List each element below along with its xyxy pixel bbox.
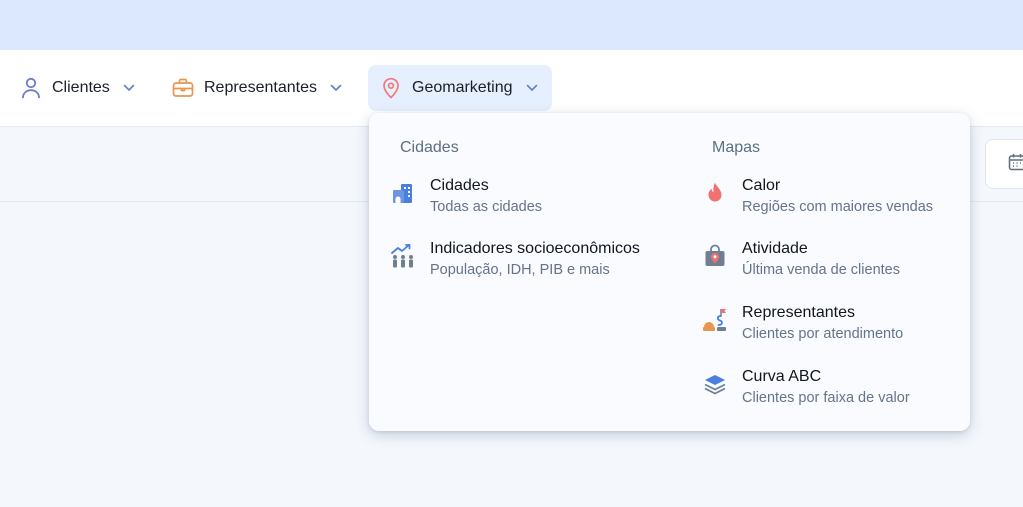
menu-item-title: Atividade xyxy=(742,240,808,257)
calendar-icon xyxy=(1008,153,1023,176)
menu-item-title: Calor xyxy=(742,177,781,194)
chevron-down-icon xyxy=(329,81,343,95)
menu-item-title: Indicadores socioeconômicos xyxy=(430,240,640,257)
menu-item-atividade[interactable]: Atividade Última venda de clientes xyxy=(702,239,900,280)
menu-item-title: Representantes xyxy=(742,304,855,321)
menu-item-title: Cidades xyxy=(430,177,489,194)
menu-item-subtitle: Clientes por faixa de valor xyxy=(742,390,910,406)
nav-item-representantes[interactable]: Representantes xyxy=(160,65,355,111)
city-buildings-icon xyxy=(390,180,416,206)
chevron-down-icon xyxy=(525,81,539,95)
section-title-cidades: Cidades xyxy=(400,139,459,156)
flame-icon xyxy=(702,180,728,206)
menu-item-representantes[interactable]: Representantes Clientes por atendimento xyxy=(702,303,903,344)
shopping-bag-pin-icon xyxy=(702,243,728,269)
geomarketing-dropdown: Cidades Cidades Todas as cidades Indicad… xyxy=(369,113,970,431)
menu-item-subtitle: População, IDH, PIB e mais xyxy=(430,262,610,278)
nav-label: Clientes xyxy=(52,79,110,96)
menu-item-cidades[interactable]: Cidades Todas as cidades xyxy=(390,176,542,217)
map-pin-icon xyxy=(380,77,402,99)
date-picker-button[interactable] xyxy=(985,139,1023,189)
nav-label: Representantes xyxy=(204,79,317,96)
top-band xyxy=(0,0,1023,50)
chevron-down-icon xyxy=(122,81,136,95)
menu-item-subtitle: Clientes por atendimento xyxy=(742,326,904,342)
menu-item-subtitle: Regiões com maiores vendas xyxy=(742,199,934,215)
menu-item-indicadores-socioeconomicos[interactable]: Indicadores socioeconômicos População, I… xyxy=(390,239,640,280)
nav-item-clientes[interactable]: Clientes xyxy=(8,65,148,111)
route-flag-icon xyxy=(702,307,728,333)
menu-item-title: Curva ABC xyxy=(742,368,822,385)
menu-item-subtitle: Última venda de clientes xyxy=(742,262,900,278)
nav-item-geomarketing[interactable]: Geomarketing xyxy=(368,65,552,111)
briefcase-icon xyxy=(172,77,194,99)
section-title-mapas: Mapas xyxy=(712,139,761,156)
user-icon xyxy=(20,77,42,99)
menu-item-calor[interactable]: Calor Regiões com maiores vendas xyxy=(702,176,933,217)
population-chart-icon xyxy=(390,243,416,269)
menu-item-subtitle: Todas as cidades xyxy=(430,199,543,215)
layers-icon xyxy=(702,371,728,397)
menu-item-curva-abc[interactable]: Curva ABC Clientes por faixa de valor xyxy=(702,367,910,408)
nav-label: Geomarketing xyxy=(412,79,513,96)
